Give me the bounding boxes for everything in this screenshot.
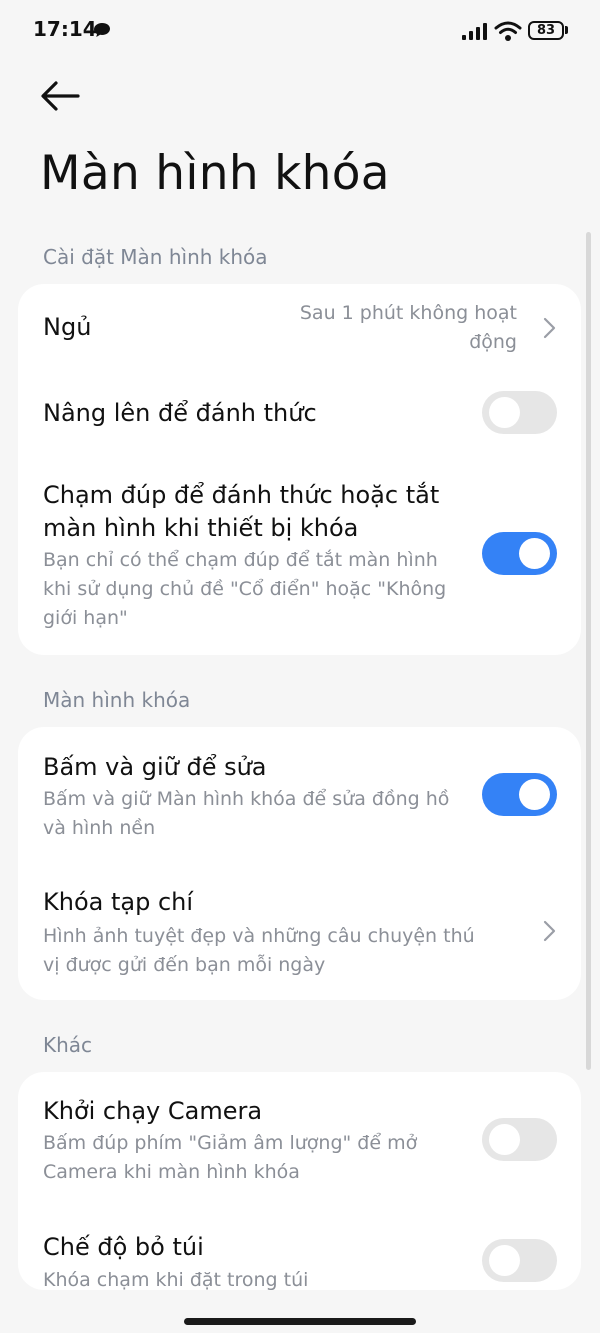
back-arrow-icon xyxy=(41,81,80,111)
row-title: Ngủ xyxy=(43,313,92,341)
card-other: Khởi chạy Camera Bấm đúp phím "Giảm âm l… xyxy=(18,1072,581,1291)
row-subtitle: Khóa chạm khi đặt trong túi xyxy=(43,1269,309,1291)
row-title: Khởi chạy Camera xyxy=(43,1097,263,1125)
wifi-icon xyxy=(494,21,522,41)
toggle-knob xyxy=(519,538,550,569)
chevron-right-icon xyxy=(543,317,556,339)
scrollbar[interactable] xyxy=(586,232,591,1070)
toggle-raise-to-wake[interactable] xyxy=(482,391,557,434)
row-title: Khóa tạp chí xyxy=(43,888,194,916)
chat-icon xyxy=(94,23,110,37)
toggle-knob xyxy=(489,1124,520,1155)
card-lockscreen-settings: Ngủ Sau 1 phút không hoạt động Nâng lên … xyxy=(18,284,581,655)
row-raise-to-wake[interactable]: Nâng lên để đánh thức xyxy=(18,374,581,452)
battery-icon: 83 xyxy=(528,21,564,40)
row-title: Nâng lên để đánh thức xyxy=(43,399,317,427)
row-subtitle-line-1: Bấm đúp phím "Giảm âm lượng" để mở xyxy=(43,1132,418,1154)
toggle-press-hold-edit[interactable] xyxy=(482,773,557,816)
row-press-hold-edit[interactable]: Bấm và giữ để sửa Bấm và giữ Màn hình kh… xyxy=(18,727,581,863)
row-subtitle-line-2: và hình nền xyxy=(43,817,156,839)
home-indicator[interactable] xyxy=(184,1318,416,1325)
row-subtitle-line-1: Hình ảnh tuyệt đẹp và những câu chuyện t… xyxy=(43,925,475,947)
row-subtitle-line-1: Bạn chỉ có thể chạm đúp để tắt màn hình xyxy=(43,549,438,571)
back-button[interactable] xyxy=(38,78,82,114)
row-title-line-2: màn hình khi thiết bị khóa xyxy=(43,514,359,542)
signal-icon xyxy=(462,23,487,40)
row-value: Sau 1 phút không hoạt động xyxy=(299,302,517,353)
status-time: 17:14 xyxy=(33,17,97,41)
row-sleep[interactable]: Ngủ Sau 1 phút không hoạt động xyxy=(18,284,581,374)
page-title: Màn hình khóa xyxy=(40,146,390,201)
toggle-knob xyxy=(489,1245,520,1276)
toggle-pocket-mode[interactable] xyxy=(482,1239,557,1282)
row-magazine-lock[interactable]: Khóa tạp chí Hình ảnh tuyệt đẹp và những… xyxy=(18,863,581,1000)
row-double-tap-wake[interactable]: Chạm đúp để đánh thức hoặc tắt màn hình … xyxy=(18,452,581,655)
row-title-line-1: Chạm đúp để đánh thức hoặc tắt xyxy=(43,481,440,509)
row-pocket-mode[interactable]: Chế độ bỏ túi Khóa chạm khi đặt trong tú… xyxy=(18,1208,581,1291)
toggle-knob xyxy=(489,397,520,428)
row-title: Chế độ bỏ túi xyxy=(43,1233,204,1261)
row-subtitle-line-3: giới hạn" xyxy=(43,607,128,629)
chevron-right-icon xyxy=(543,920,556,942)
toggle-double-tap-wake[interactable] xyxy=(482,532,557,575)
row-title: Bấm và giữ để sửa xyxy=(43,753,267,781)
row-subtitle-line-2: vị được gửi đến bạn mỗi ngày xyxy=(43,954,326,976)
row-launch-camera[interactable]: Khởi chạy Camera Bấm đúp phím "Giảm âm l… xyxy=(18,1072,581,1208)
card-lockscreen: Bấm và giữ để sửa Bấm và giữ Màn hình kh… xyxy=(18,727,581,1000)
row-subtitle-line-2: khi sử dụng chủ đề "Cổ điển" hoặc "Không xyxy=(43,578,447,600)
toggle-knob xyxy=(519,779,550,810)
battery-level: 83 xyxy=(536,23,556,38)
battery-tip xyxy=(565,26,568,34)
section-header-lockscreen: Màn hình khóa xyxy=(43,688,191,712)
status-bar: 17:14 83 xyxy=(0,0,600,60)
section-header-lockscreen-settings: Cài đặt Màn hình khóa xyxy=(43,245,268,269)
row-subtitle-line-2: Camera khi màn hình khóa xyxy=(43,1161,300,1183)
toggle-launch-camera[interactable] xyxy=(482,1118,557,1161)
section-header-other: Khác xyxy=(43,1033,93,1057)
row-subtitle-line-1: Bấm và giữ Màn hình khóa để sửa đồng hồ xyxy=(43,788,450,810)
